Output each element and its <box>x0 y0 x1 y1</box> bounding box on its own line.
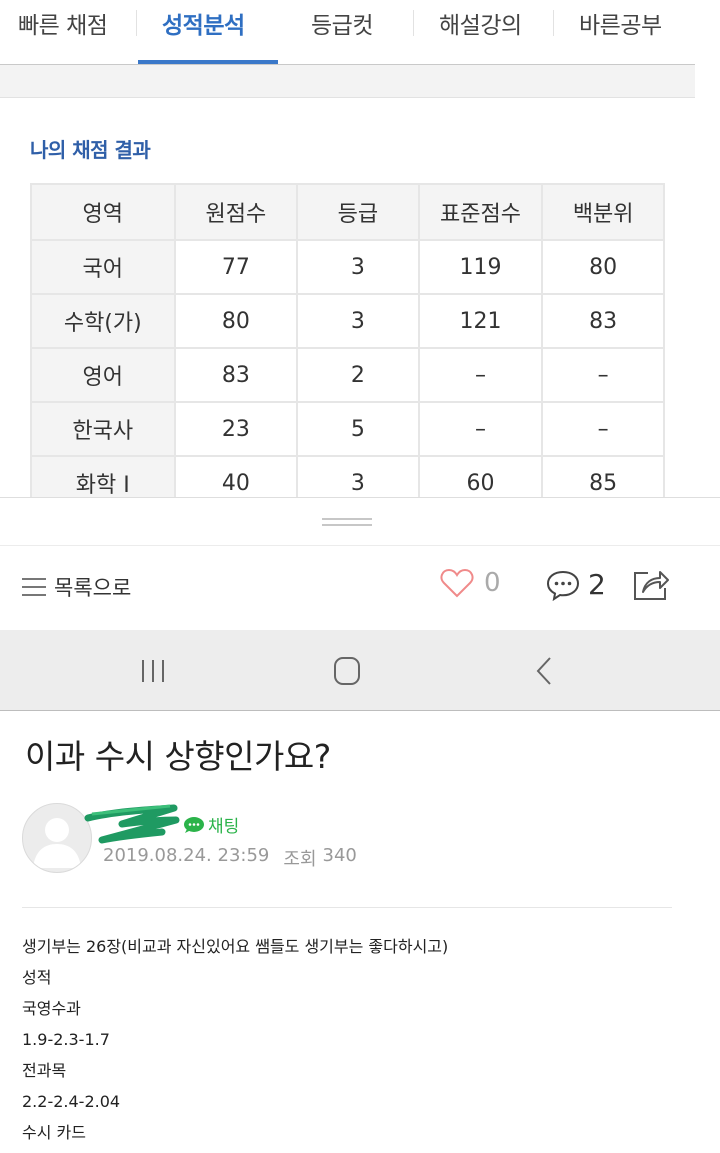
post-meta: 2019.08.24. 23:59 조회 340 <box>103 845 357 871</box>
home-icon[interactable] <box>334 657 360 685</box>
cell-grade: 3 <box>296 239 420 295</box>
tab-divider <box>413 10 414 36</box>
like-count: 0 <box>484 568 501 598</box>
cell-grade: 2 <box>296 347 420 403</box>
cell-percentile: 83 <box>541 293 665 349</box>
share-icon <box>634 571 669 600</box>
body-line: 국영수과 <box>22 999 81 1018</box>
chat-label: 채팅 <box>208 817 240 837</box>
comment-icon <box>546 570 580 601</box>
comment-count: 2 <box>588 568 606 601</box>
chat-button[interactable]: 채팅 <box>183 812 239 837</box>
user-silhouette-icon <box>33 818 81 868</box>
body-line: 2.2-2.4-2.04 <box>22 1092 121 1111</box>
fold-border <box>0 545 720 546</box>
cell-standard-score: – <box>417 401 544 457</box>
cell-percentile: – <box>541 347 665 403</box>
body-line: 생기부는 26장(비교과 자신있어요 쌤들도 생기부는 좋다하시고) <box>22 937 449 956</box>
tab-grade-cut[interactable]: 등급컷 <box>311 6 373 40</box>
tab-study[interactable]: 바른공부 <box>579 6 662 40</box>
tab-divider <box>136 10 137 36</box>
views-value: 340 <box>322 845 357 866</box>
cell-percentile: 80 <box>541 239 665 295</box>
body-line: 전과목 <box>22 1061 67 1080</box>
table-row: 국어 77 3 119 80 <box>30 239 665 295</box>
spacer-border <box>0 97 695 98</box>
list-button[interactable]: 목록으로 <box>22 570 131 604</box>
table-row: 한국사 23 5 – – <box>30 401 665 457</box>
cell-grade: 3 <box>296 293 420 349</box>
cell-standard-score: 119 <box>417 239 544 295</box>
cell-raw-score: 77 <box>173 239 299 295</box>
table-row: 수학(가) 80 3 121 83 <box>30 293 665 349</box>
header-grade: 등급 <box>296 183 420 241</box>
view-count: 조회 340 <box>283 845 356 871</box>
spacer-band <box>0 65 695 97</box>
table-row: 영어 83 2 – – <box>30 347 665 403</box>
like-button[interactable]: 0 <box>440 568 501 598</box>
table-header-row: 영역 원점수 등급 표준점수 백분위 <box>30 183 665 241</box>
chat-bubble-icon <box>184 816 204 833</box>
cell-standard-score: 121 <box>417 293 544 349</box>
header-standard-score: 표준점수 <box>417 183 544 241</box>
cell-raw-score: 23 <box>173 401 299 457</box>
post-body: 생기부는 26장(비교과 자신있어요 쌤들도 생기부는 좋다하시고) 성적 국영… <box>22 936 702 1153</box>
cell-grade: 5 <box>296 401 420 457</box>
cell-percentile: – <box>541 401 665 457</box>
cell-standard-score: – <box>417 347 544 403</box>
post-divider <box>22 907 672 908</box>
recent-apps-icon[interactable] <box>140 658 166 684</box>
body-line: 성적 <box>22 968 52 987</box>
list-button-label: 목록으로 <box>54 576 132 600</box>
tab-score-analysis[interactable]: 성적분석 <box>162 6 245 40</box>
header-subject: 영역 <box>30 183 176 241</box>
list-icon <box>22 578 46 596</box>
post-title: 이과 수시 상향인가요? <box>25 737 331 776</box>
cell-raw-score: 83 <box>173 347 299 403</box>
tab-divider <box>553 10 554 36</box>
cell-subject: 영어 <box>30 347 176 403</box>
cell-raw-score: 80 <box>173 293 299 349</box>
post-date: 2019.08.24. 23:59 <box>103 845 270 866</box>
tab-quick-grading[interactable]: 빠른 채점 <box>18 6 108 40</box>
redacted-author-name <box>84 804 180 844</box>
result-section-title: 나의 채점 결과 <box>30 138 151 162</box>
views-label: 조회 <box>283 849 317 870</box>
top-tab-bar: 빠른 채점 성적분석 등급컷 해설강의 바른공부 <box>0 0 720 64</box>
tab-lecture[interactable]: 해설강의 <box>439 6 522 40</box>
heart-icon <box>440 568 474 598</box>
cell-subject: 국어 <box>30 239 176 295</box>
system-navigation-bar <box>0 630 720 711</box>
score-table: 영역 원점수 등급 표준점수 백분위 국어 77 3 119 80 수학(가) … <box>30 183 665 511</box>
share-button[interactable] <box>632 568 670 606</box>
body-line: 1.9-2.3-1.7 <box>22 1030 110 1049</box>
cell-subject: 수학(가) <box>30 293 176 349</box>
header-raw-score: 원점수 <box>173 183 299 241</box>
header-percentile: 백분위 <box>541 183 665 241</box>
drag-handle[interactable] <box>322 518 372 526</box>
cell-subject: 한국사 <box>30 401 176 457</box>
comment-button[interactable]: 2 <box>546 568 606 601</box>
body-line: 수시 카드 <box>22 1123 86 1142</box>
back-icon[interactable] <box>532 654 556 688</box>
